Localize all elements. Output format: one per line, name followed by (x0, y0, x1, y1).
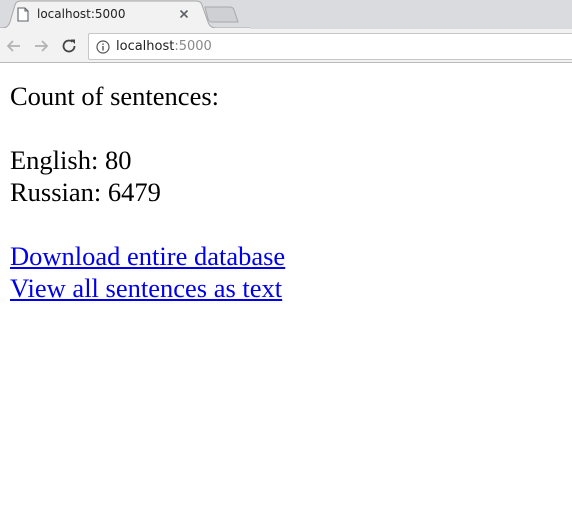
address-bar[interactable]: localhost:5000 (88, 33, 572, 60)
new-tab-button[interactable] (203, 6, 239, 23)
url-port: :5000 (174, 39, 212, 54)
close-icon[interactable] (177, 7, 191, 21)
info-icon[interactable] (96, 40, 110, 54)
count-value: 6479 (107, 177, 161, 207)
count-english: English: 80 (10, 144, 560, 176)
count-label: Russian: (10, 177, 102, 207)
reload-icon[interactable] (60, 37, 78, 55)
tab-title: localhost:5000 (37, 7, 126, 21)
page-icon (17, 7, 29, 22)
forward-arrow-icon[interactable] (32, 37, 50, 55)
view-sentences-link[interactable]: View all sentences as text (10, 273, 282, 303)
page-heading: Count of sentences: (10, 81, 220, 111)
back-arrow-icon[interactable] (5, 37, 23, 55)
tab-strip: localhost:5000 (0, 0, 572, 29)
count-value: 80 (104, 145, 132, 175)
url-text[interactable]: localhost:5000 (116, 38, 212, 56)
page-content: Count of sentences: English: 80 Russian:… (10, 80, 560, 304)
url-host: localhost (116, 39, 175, 54)
count-russian: Russian: 6479 (10, 176, 560, 208)
count-label: English: (10, 145, 99, 175)
browser-toolbar: localhost:5000 (0, 29, 572, 63)
download-database-link[interactable]: Download entire database (10, 241, 285, 271)
